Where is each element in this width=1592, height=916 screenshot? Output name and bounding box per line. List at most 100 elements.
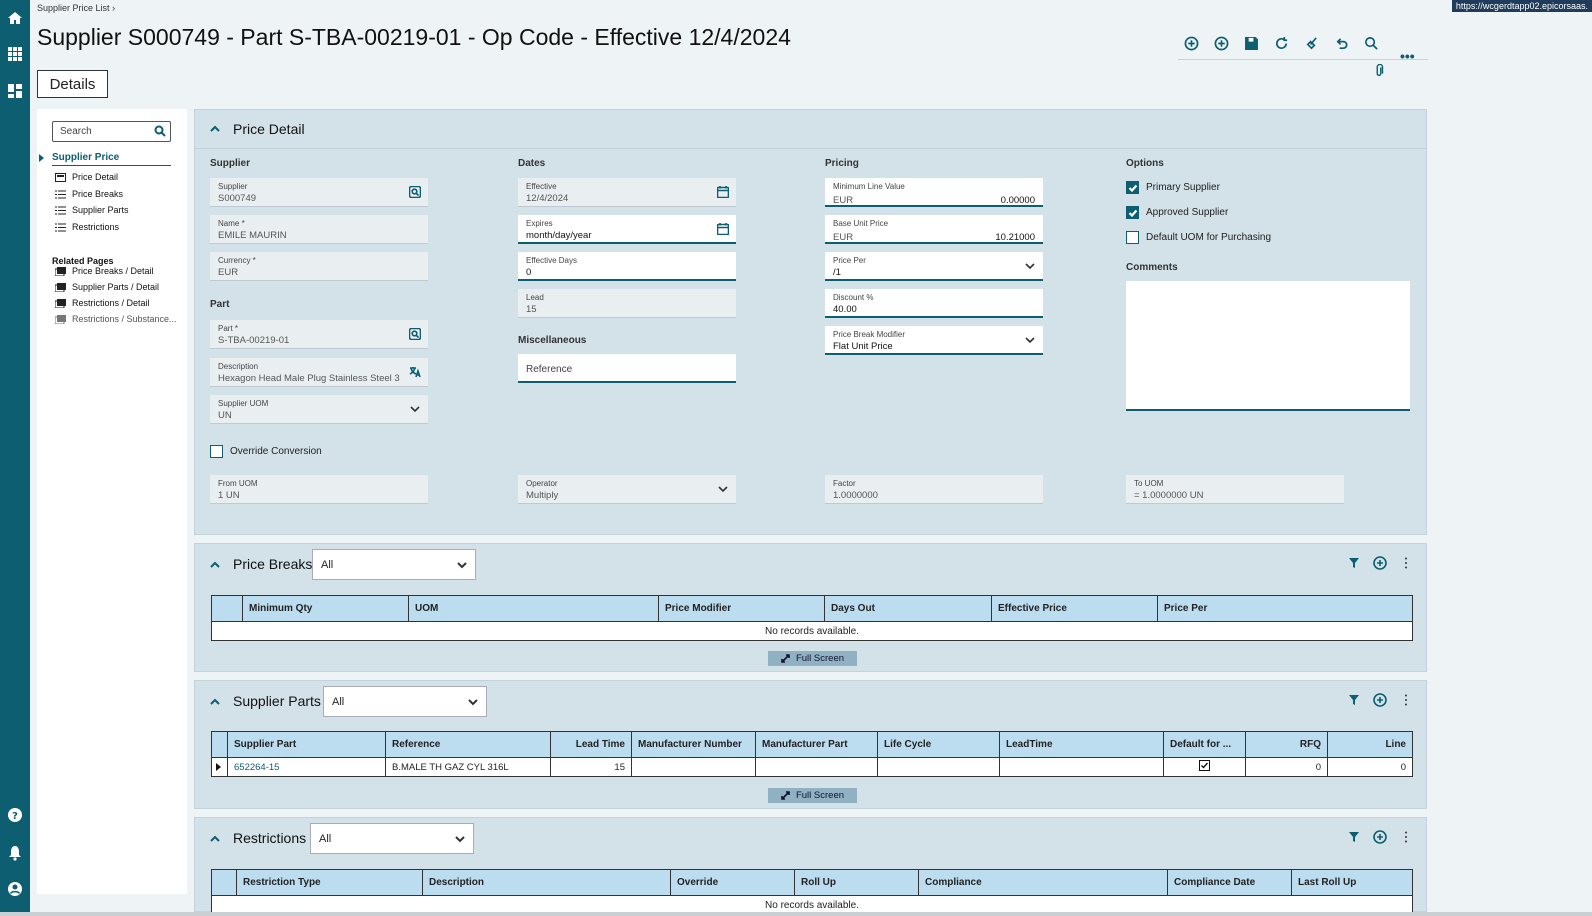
collapse-chevron-icon[interactable]	[210, 560, 220, 570]
column-header[interactable]: Compliance	[919, 870, 1168, 895]
chevron-down-icon[interactable]	[1024, 260, 1036, 275]
comments-textarea[interactable]	[1126, 281, 1410, 411]
base-unit-price-field[interactable]: Base Unit Price EUR 10.21000	[825, 215, 1043, 244]
details-tab[interactable]: Details	[37, 70, 108, 98]
full-screen-button[interactable]: Full Screen	[768, 788, 857, 803]
add-row-icon[interactable]	[1373, 556, 1387, 573]
description-field[interactable]: Description Hexagon Head Male Plug Stain…	[210, 358, 428, 387]
supplier-uom-select[interactable]: Supplier UOM UN	[210, 395, 428, 424]
nav-search-input[interactable]: Search	[52, 121, 171, 142]
column-header[interactable]: LeadTime	[1000, 732, 1164, 757]
column-header[interactable]: Line	[1328, 732, 1412, 757]
column-header[interactable]: Roll Up	[795, 870, 919, 895]
column-header[interactable]: Last Roll Up	[1292, 870, 1412, 895]
expires-date-field[interactable]: Expires month/day/year	[518, 215, 736, 244]
refresh-icon[interactable]	[1270, 32, 1292, 54]
row-selector-icon[interactable]	[212, 758, 228, 776]
chevron-down-icon[interactable]	[1024, 334, 1036, 349]
column-header[interactable]: Manufacturer Number	[632, 732, 756, 757]
related-restrictions-detail[interactable]: Restrictions / Detail	[54, 298, 150, 308]
factor-field[interactable]: Factor 1.0000000	[825, 475, 1043, 504]
column-header[interactable]: Lead Time	[551, 732, 632, 757]
price-per-select[interactable]: Price Per /1	[825, 252, 1043, 281]
primary-supplier-checkbox[interactable]: Primary Supplier	[1126, 181, 1220, 194]
chevron-down-icon[interactable]	[409, 403, 421, 418]
column-header[interactable]: Minimum Qty	[243, 596, 409, 621]
chevron-down-icon[interactable]	[717, 483, 729, 498]
related-supplier-parts-detail[interactable]: Supplier Parts / Detail	[54, 282, 159, 292]
supplier-field[interactable]: Supplier S000749	[210, 178, 428, 207]
clear-brush-icon[interactable]	[1300, 32, 1322, 54]
column-header[interactable]: Restriction Type	[237, 870, 423, 895]
apps-grid-icon[interactable]	[4, 43, 26, 65]
minimum-line-value-field[interactable]: Minimum Line Value EUR 0.00000	[825, 178, 1043, 207]
filter-icon[interactable]	[1347, 693, 1361, 710]
add-new-icon[interactable]	[1180, 32, 1202, 54]
related-restrictions-substance[interactable]: Restrictions / Substance...	[54, 314, 177, 324]
to-uom-field[interactable]: To UOM = 1.0000000 UN	[1126, 475, 1344, 504]
breadcrumb-link[interactable]: Supplier Price List	[37, 3, 110, 13]
column-header[interactable]: Description	[423, 870, 671, 895]
discount-field[interactable]: Discount % 40.00	[825, 289, 1043, 318]
lead-field[interactable]: Lead 15	[518, 289, 736, 318]
part-field[interactable]: Part * S-TBA-00219-01	[210, 320, 428, 349]
collapse-chevron-icon[interactable]	[210, 124, 220, 134]
effective-date-field[interactable]: Effective 12/4/2024	[518, 178, 736, 207]
search-icon[interactable]	[1360, 32, 1382, 54]
column-header[interactable]: Compliance Date	[1168, 870, 1292, 895]
full-screen-button[interactable]: Full Screen	[768, 651, 857, 666]
supplier-parts-filter-select[interactable]: All	[323, 686, 487, 717]
save-icon[interactable]	[1240, 32, 1262, 54]
override-conversion-checkbox[interactable]: Override Conversion	[210, 445, 322, 458]
effective-days-field[interactable]: Effective Days 0	[518, 252, 736, 281]
help-icon[interactable]: ?	[4, 804, 26, 826]
collapse-chevron-icon[interactable]	[210, 834, 220, 844]
more-vertical-icon[interactable]	[1399, 830, 1413, 847]
lookup-icon[interactable]	[408, 185, 422, 201]
collapse-chevron-icon[interactable]	[210, 697, 220, 707]
calendar-icon[interactable]	[716, 223, 730, 238]
filter-icon[interactable]	[1347, 830, 1361, 847]
currency-field[interactable]: Currency * EUR	[210, 252, 428, 281]
more-vertical-icon[interactable]	[1399, 556, 1413, 573]
breadcrumb[interactable]: Supplier Price List ›	[37, 3, 115, 13]
translate-icon[interactable]	[409, 366, 421, 381]
nav-item-price-detail[interactable]: Price Detail	[55, 172, 118, 182]
attachment-icon[interactable]	[1372, 63, 1386, 81]
restrictions-filter-select[interactable]: All	[310, 823, 474, 854]
name-field[interactable]: Name * EMILE MAURIN	[210, 215, 428, 244]
column-header[interactable]: Supplier Part	[228, 732, 386, 757]
undo-icon[interactable]	[1330, 32, 1352, 54]
column-header[interactable]: Days Out	[825, 596, 992, 621]
column-header[interactable]: Price Modifier	[659, 596, 825, 621]
nav-item-price-breaks[interactable]: Price Breaks	[55, 189, 123, 199]
approved-supplier-checkbox[interactable]: Approved Supplier	[1126, 206, 1228, 219]
add-row-icon[interactable]	[1373, 830, 1387, 847]
checkbox-checked-icon[interactable]	[1126, 206, 1139, 219]
column-header[interactable]: Price Per	[1158, 596, 1412, 621]
user-icon[interactable]	[4, 878, 26, 900]
nav-item-supplier-parts[interactable]: Supplier Parts	[55, 205, 129, 215]
column-header[interactable]: Manufacturer Part	[756, 732, 878, 757]
calendar-icon[interactable]	[716, 186, 730, 201]
cell-supplier-part-link[interactable]: 652264-15	[228, 758, 386, 776]
filter-icon[interactable]	[1347, 556, 1361, 573]
lookup-icon[interactable]	[408, 327, 422, 343]
add-child-icon[interactable]	[1210, 32, 1232, 54]
home-icon[interactable]	[4, 7, 26, 29]
column-header[interactable]: RFQ	[1246, 732, 1328, 757]
column-header[interactable]: UOM	[409, 596, 659, 621]
checkbox-unchecked-icon[interactable]	[1126, 231, 1139, 244]
table-row[interactable]: 652264-15 B.MALE TH GAZ CYL 316L 15 0 0	[212, 758, 1412, 776]
related-price-breaks-detail[interactable]: Price Breaks / Detail	[54, 266, 154, 276]
checkbox-checked-icon[interactable]	[1126, 181, 1139, 194]
default-uom-purchasing-checkbox[interactable]: Default UOM for Purchasing	[1126, 231, 1271, 244]
operator-select[interactable]: Operator Multiply	[518, 475, 736, 504]
column-header[interactable]: Default for ...	[1164, 732, 1246, 757]
column-header[interactable]: Reference	[386, 732, 551, 757]
nav-root-supplier-price[interactable]: Supplier Price	[39, 152, 171, 166]
more-vertical-icon[interactable]	[1399, 693, 1413, 710]
price-break-modifier-select[interactable]: Price Break Modifier Flat Unit Price	[825, 326, 1043, 355]
column-header[interactable]: Effective Price	[992, 596, 1158, 621]
from-uom-field[interactable]: From UOM 1 UN	[210, 475, 428, 504]
